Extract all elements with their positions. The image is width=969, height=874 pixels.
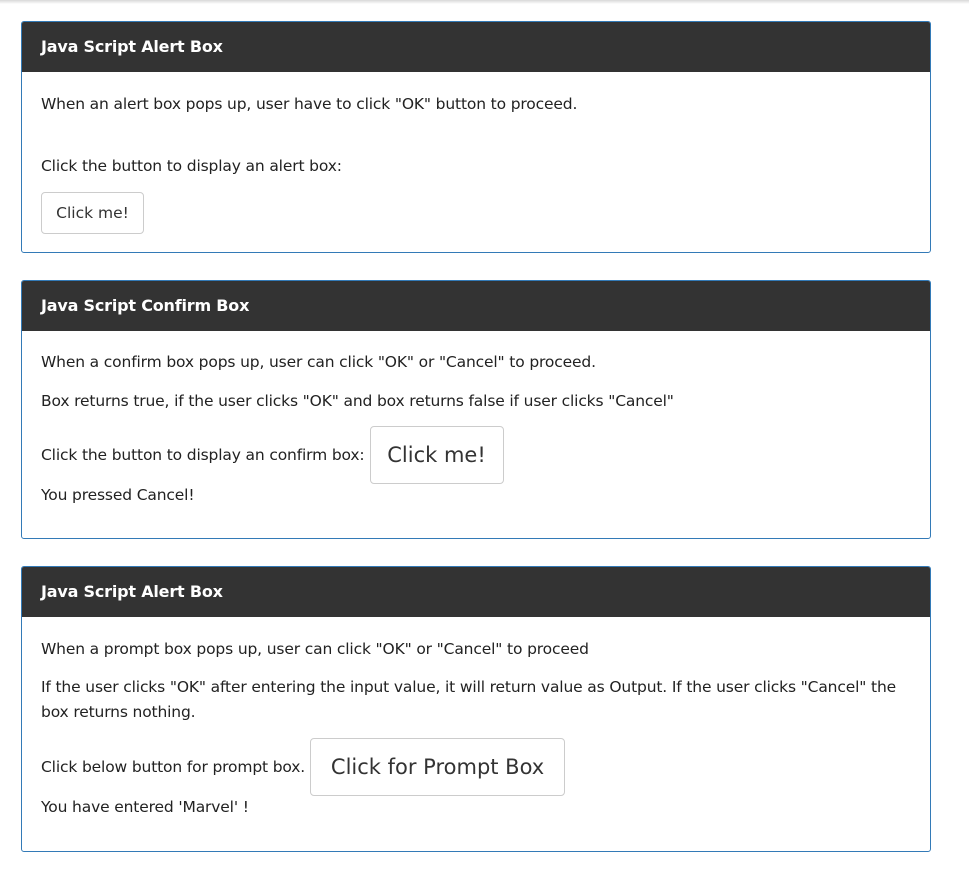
confirm-box-panel: Java Script Confirm Box When a confirm b… xyxy=(21,280,931,539)
prompt-instruction-row: Click below button for prompt box. Click… xyxy=(41,738,566,796)
alert-box-panel: Java Script Alert Box When an alert box … xyxy=(21,21,931,253)
confirm-click-me-button[interactable]: Click me! xyxy=(369,426,504,484)
confirm-description: When a confirm box pops up, user can cli… xyxy=(41,353,596,371)
prompt-panel-title: Java Script Alert Box xyxy=(22,567,930,617)
confirm-instruction-row: Click the button to display an confirm b… xyxy=(41,426,504,484)
top-shadow xyxy=(0,0,969,4)
confirm-result: You pressed Cancel! xyxy=(41,486,195,504)
prompt-instruction: Click below button for prompt box. xyxy=(41,758,306,776)
prompt-box-panel: Java Script Alert Box When a prompt box … xyxy=(21,566,931,852)
alert-description: When an alert box pops up, user have to … xyxy=(41,95,578,113)
prompt-description: When a prompt box pops up, user can clic… xyxy=(41,640,589,658)
prompt-result: You have entered 'Marvel' ! xyxy=(41,798,249,816)
confirm-instruction: Click the button to display an confirm b… xyxy=(41,446,365,464)
prompt-returns-info: If the user clicks "OK" after entering t… xyxy=(41,678,897,721)
alert-instruction: Click the button to display an alert box… xyxy=(41,157,342,175)
confirm-panel-title: Java Script Confirm Box xyxy=(22,281,930,331)
alert-click-me-button[interactable]: Click me! xyxy=(41,192,144,234)
confirm-returns-info: Box returns true, if the user clicks "OK… xyxy=(41,392,674,410)
alert-panel-title: Java Script Alert Box xyxy=(22,22,930,72)
prompt-box-button[interactable]: Click for Prompt Box xyxy=(310,738,566,796)
